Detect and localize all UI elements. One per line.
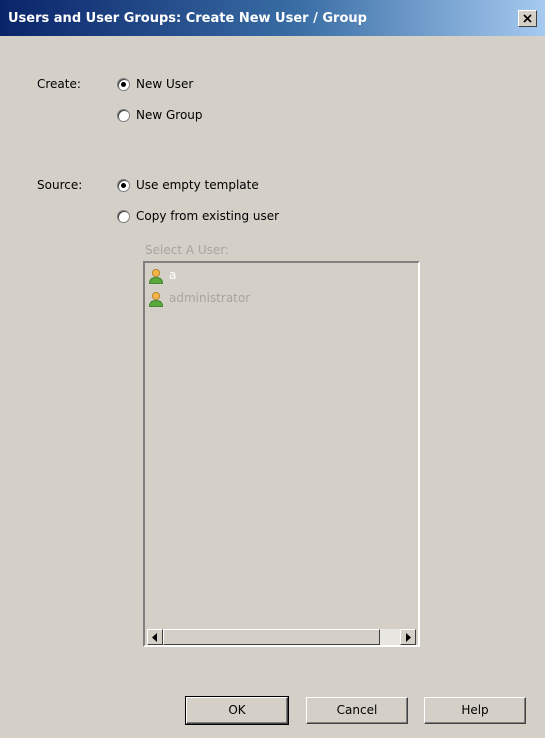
arrow-left-icon bbox=[152, 633, 157, 642]
radio-label-copy-existing: Copy from existing user bbox=[136, 209, 280, 223]
user-listbox[interactable]: a administrator bbox=[143, 261, 420, 647]
source-label: Source: bbox=[37, 178, 83, 192]
arrow-right-icon bbox=[406, 633, 411, 642]
user-name: administrator bbox=[169, 291, 251, 305]
user-icon bbox=[149, 269, 163, 284]
help-button[interactable]: Help bbox=[424, 697, 526, 724]
horizontal-scrollbar[interactable] bbox=[147, 629, 416, 645]
radio-button[interactable] bbox=[117, 78, 130, 91]
close-icon bbox=[523, 14, 532, 23]
scrollbar-thumb[interactable] bbox=[163, 629, 380, 645]
create-user-group-dialog: Users and User Groups: Create New User /… bbox=[0, 0, 545, 738]
window-title: Users and User Groups: Create New User /… bbox=[8, 11, 367, 26]
radio-selected-dot bbox=[121, 183, 126, 188]
scroll-left-button[interactable] bbox=[147, 629, 163, 645]
title-bar[interactable]: Users and User Groups: Create New User /… bbox=[0, 0, 545, 36]
radio-button[interactable] bbox=[117, 109, 130, 122]
user-name: a bbox=[169, 268, 177, 282]
select-user-label: Select A User: bbox=[145, 243, 230, 257]
create-label: Create: bbox=[37, 77, 81, 91]
radio-label-new-group: New Group bbox=[136, 108, 203, 122]
scroll-right-button[interactable] bbox=[400, 629, 416, 645]
radio-label-empty-template: Use empty template bbox=[136, 178, 259, 192]
ok-button[interactable]: OK bbox=[185, 696, 289, 725]
radio-button[interactable] bbox=[117, 179, 130, 192]
radio-button[interactable] bbox=[117, 210, 130, 223]
radio-selected-dot bbox=[121, 82, 126, 87]
user-icon bbox=[149, 292, 163, 307]
close-button[interactable] bbox=[518, 10, 537, 27]
radio-label-new-user: New User bbox=[136, 77, 194, 91]
cancel-button[interactable]: Cancel bbox=[306, 697, 408, 724]
